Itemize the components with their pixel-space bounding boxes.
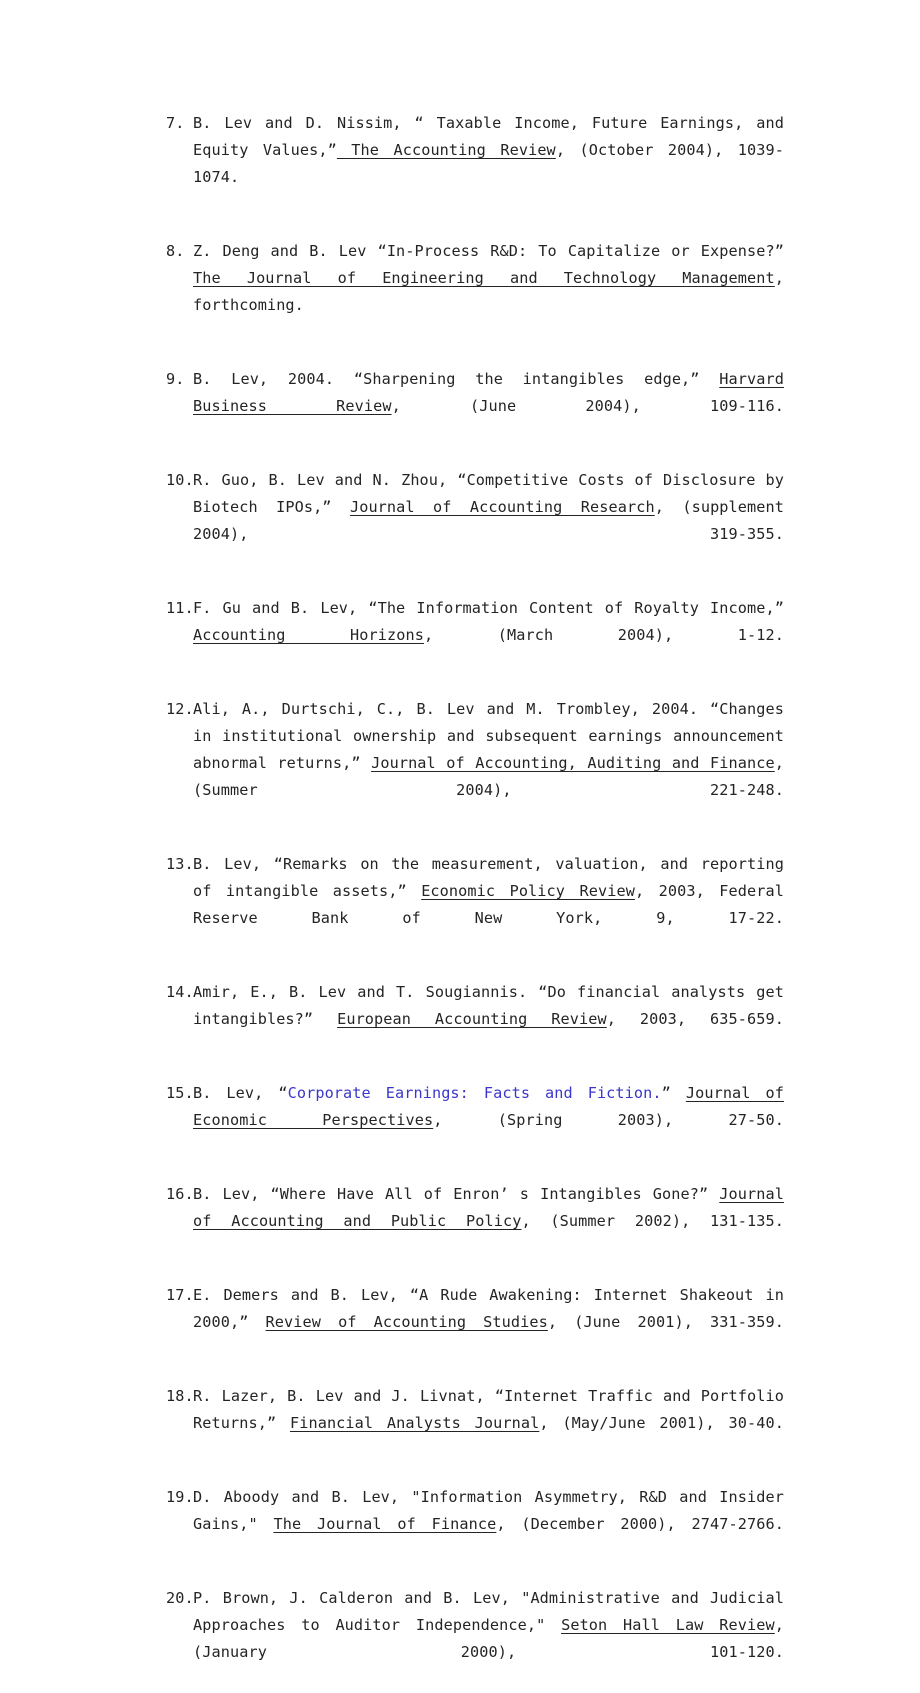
reference-entry: 15. B. Lev, “Corporate Earnings: Facts an… — [166, 1080, 784, 1161]
reference-number: 9. — [166, 370, 185, 388]
reference-entry: 7. B. Lev and D. Nissim, “ Taxable Income… — [166, 110, 784, 218]
reference-text: Ali, A., Durtschi, C., B. Lev and M. Tro… — [193, 696, 784, 831]
reference-text-run: , (May/June 2001), 30-40. — [539, 1414, 785, 1432]
reference-text-run: B. Lev, “ — [193, 1084, 288, 1102]
reference-text-run: ” — [661, 1084, 686, 1102]
reference-text: Amir, E., B. Lev and T. Sougiannis. “Do … — [193, 979, 784, 1060]
reference-text: R. Guo, B. Lev and N. Zhou, “Competitive… — [193, 467, 784, 575]
reference-text: E. Demers and B. Lev, “A Rude Awakening:… — [193, 1282, 784, 1363]
reference-text: R. Lazer, B. Lev and J. Livnat, “Interne… — [193, 1383, 784, 1464]
reference-text: B. Lev, “Remarks on the measurement, val… — [193, 851, 784, 959]
journal-title: The Journal of Engineering and Technolog… — [193, 269, 775, 287]
journal-title: The Accounting Review — [336, 141, 556, 159]
reference-text: B. Lev and D. Nissim, “ Taxable Income, … — [193, 110, 784, 218]
reference-entry: 9. B. Lev, 2004. “Sharpening the intangib… — [166, 366, 784, 447]
article-hyperlink[interactable]: Corporate Earnings: Facts and Fiction. — [288, 1084, 662, 1102]
reference-number: 14. — [166, 983, 194, 1001]
journal-title: Economic Policy Review — [421, 882, 635, 900]
reference-entry: 8. Z. Deng and B. Lev “In-Process R&D: To… — [166, 238, 784, 346]
reference-entry: 10. R. Guo, B. Lev and N. Zhou, “Competit… — [166, 467, 784, 575]
journal-title: Financial Analysts Journal — [289, 1414, 540, 1432]
reference-entry: 14. Amir, E., B. Lev and T. Sougiannis. “… — [166, 979, 784, 1060]
reference-entry: 18. R. Lazer, B. Lev and J. Livnat, “Inte… — [166, 1383, 784, 1464]
reference-number: 12. — [166, 700, 194, 718]
reference-list: 7. B. Lev and D. Nissim, “ Taxable Income… — [166, 110, 784, 1693]
reference-text: B. Lev, “Where Have All of Enron’ s Inta… — [193, 1181, 784, 1262]
reference-entry: 12. Ali, A., Durtschi, C., B. Lev and M. … — [166, 696, 784, 831]
reference-number: 17. — [166, 1286, 194, 1304]
journal-title: European Accounting Review — [337, 1010, 607, 1028]
reference-text: P. Brown, J. Calderon and B. Lev, "Admin… — [193, 1585, 784, 1693]
journal-title: Accounting Horizons — [193, 626, 424, 644]
reference-text: D. Aboody and B. Lev, "Information Asymm… — [193, 1484, 784, 1565]
reference-text-run: F. Gu and B. Lev, “The Information Conte… — [193, 599, 784, 617]
reference-number: 7. — [166, 114, 185, 132]
reference-entry: 17. E. Demers and B. Lev, “A Rude Awakeni… — [166, 1282, 784, 1363]
reference-text: Z. Deng and B. Lev “In-Process R&D: To C… — [193, 238, 784, 346]
reference-number: 16. — [166, 1185, 194, 1203]
reference-text: B. Lev, 2004. “Sharpening the intangible… — [193, 366, 784, 447]
reference-number: 18. — [166, 1387, 194, 1405]
reference-text-run: B. Lev, “Where Have All of Enron’ s Inta… — [193, 1185, 720, 1203]
reference-text: F. Gu and B. Lev, “The Information Conte… — [193, 595, 784, 676]
reference-entry: 16. B. Lev, “Where Have All of Enron’ s I… — [166, 1181, 784, 1262]
reference-entry: 19. D. Aboody and B. Lev, "Information As… — [166, 1484, 784, 1565]
reference-number: 15. — [166, 1084, 194, 1102]
reference-text-run: , (Summer 2002), 131-135. — [521, 1212, 784, 1230]
reference-text-run: B. Lev, 2004. “Sharpening the intangible… — [193, 370, 720, 388]
journal-title: Seton Hall Law Review — [561, 1616, 775, 1634]
reference-number: 19. — [166, 1488, 194, 1506]
reference-entry: 20. P. Brown, J. Calderon and B. Lev, "Ad… — [166, 1585, 784, 1693]
document-page: 7. B. Lev and D. Nissim, “ Taxable Income… — [0, 0, 920, 1661]
journal-title: The Journal of Finance — [273, 1515, 497, 1533]
reference-text-run: , (June 2001), 331-359. — [547, 1313, 784, 1331]
reference-text-run: Z. Deng and B. Lev “In-Process R&D: To C… — [193, 242, 784, 260]
reference-text-run: , (June 2004), 109-116. — [391, 397, 784, 415]
journal-title: Journal of Accounting Research — [349, 498, 655, 516]
journal-title: Review of Accounting Studies — [265, 1313, 548, 1331]
reference-number: 8. — [166, 242, 185, 260]
journal-title: Journal of Accounting, Auditing and Fina… — [371, 754, 775, 772]
reference-text-run: , (Spring 2003), 27-50. — [433, 1111, 784, 1129]
reference-text-run: , (March 2004), 1-12. — [423, 626, 784, 644]
reference-text-run: , (December 2000), 2747-2766. — [496, 1515, 784, 1533]
reference-entry: 13. B. Lev, “Remarks on the measurement, … — [166, 851, 784, 959]
reference-entry: 11. F. Gu and B. Lev, “The Information Co… — [166, 595, 784, 676]
reference-number: 11. — [166, 599, 194, 617]
reference-text-run: , 2003, 635-659. — [606, 1010, 784, 1028]
reference-number: 20. — [166, 1589, 194, 1607]
reference-number: 10. — [166, 471, 194, 489]
reference-text: B. Lev, “Corporate Earnings: Facts and F… — [193, 1080, 784, 1161]
reference-number: 13. — [166, 855, 194, 873]
